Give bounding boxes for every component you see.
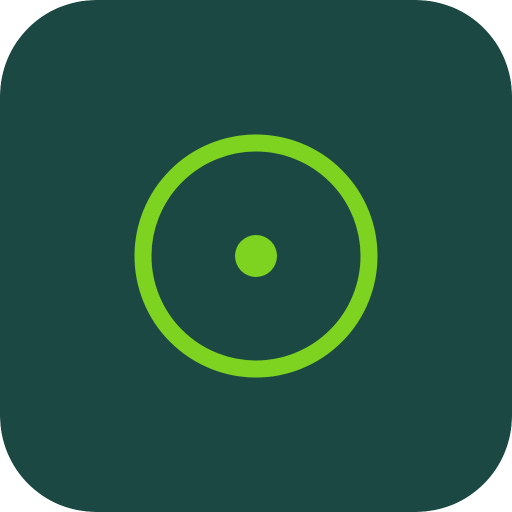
- circle-dot-icon: [0, 0, 512, 512]
- center-dot: [235, 235, 277, 277]
- app-icon[interactable]: [0, 0, 512, 512]
